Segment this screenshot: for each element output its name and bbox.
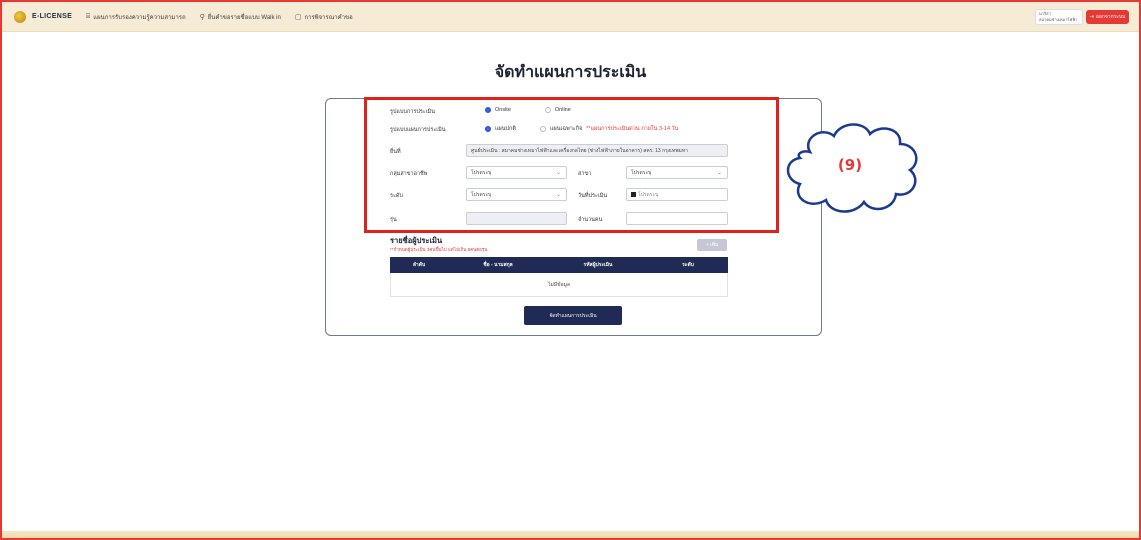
footer-strip [2,531,1139,538]
assessors-note: **กำหนดผู้ประเมิน 3คนขึ้นไป แต่ไม่เกิน 5… [390,247,488,252]
brand-name: E-LICENSE [32,13,73,20]
create-plan-button[interactable]: จัดทำแผนการประเมิน [524,306,622,325]
assessors-table: ลำดับ ชื่อ - นามสกุล รหัสผู้ประเมิน ระดั… [390,257,728,297]
annotation-highlight-box [364,97,779,233]
clipboard-icon: ⌸ [86,12,91,20]
col-assessor-code: รหัสผู้ประเมิน [583,262,613,268]
nav-item-plan[interactable]: ⌸ แผนการรับรองความรู้ความสามารถ [86,12,186,22]
nav-item-label: แผนการรับรองความรู้ความสามารถ [93,14,186,21]
page-title: จัดทำแผนการประเมิน [494,64,647,81]
user-profile[interactable]: นาริสา สมาคมช่างเหมาไฟฟ้าและ... [1035,9,1083,25]
document-icon: ▢ [294,13,302,21]
col-level: ระดับ [682,262,694,268]
logout-icon: ⇥ [1089,14,1094,20]
logout-button[interactable]: ⇥ ออกจากระบบ [1086,10,1129,24]
nav-item-walkin[interactable]: ⚲ ยื่นคำขอรายชื่อแบบ Walk in [200,12,281,22]
annotation-label: (9) [837,156,863,174]
col-order: ลำดับ [412,262,426,268]
brand[interactable]: E-LICENSE [14,10,73,23]
nav-item-label: ยื่นคำขอรายชื่อแบบ Walk in [207,14,281,21]
logout-label: ออกจากระบบ [1095,14,1126,20]
nav-item-review[interactable]: ▢ การพิจารณาคำขอ [295,12,353,22]
table-empty-row: ไม่มีข้อมูล [390,273,728,297]
brand-logo-icon [14,10,26,23]
top-navbar: E-LICENSE ⌸ แผนการรับรองความรู้ความสามาร… [2,2,1139,32]
empty-message: ไม่มีข้อมูล [548,281,570,288]
add-assessor-button[interactable]: + เพิ่ม [697,239,727,251]
nav-item-label: การพิจารณาคำขอ [304,14,353,21]
user-org: สมาคมช่างเหมาไฟฟ้าและ... [1039,17,1078,24]
table-header: ลำดับ ชื่อ - นามสกุล รหัสผู้ประเมิน ระดั… [390,257,728,273]
col-name: ชื่อ - นามสกุล [483,262,513,268]
walk-in-icon: ⚲ [199,13,205,21]
